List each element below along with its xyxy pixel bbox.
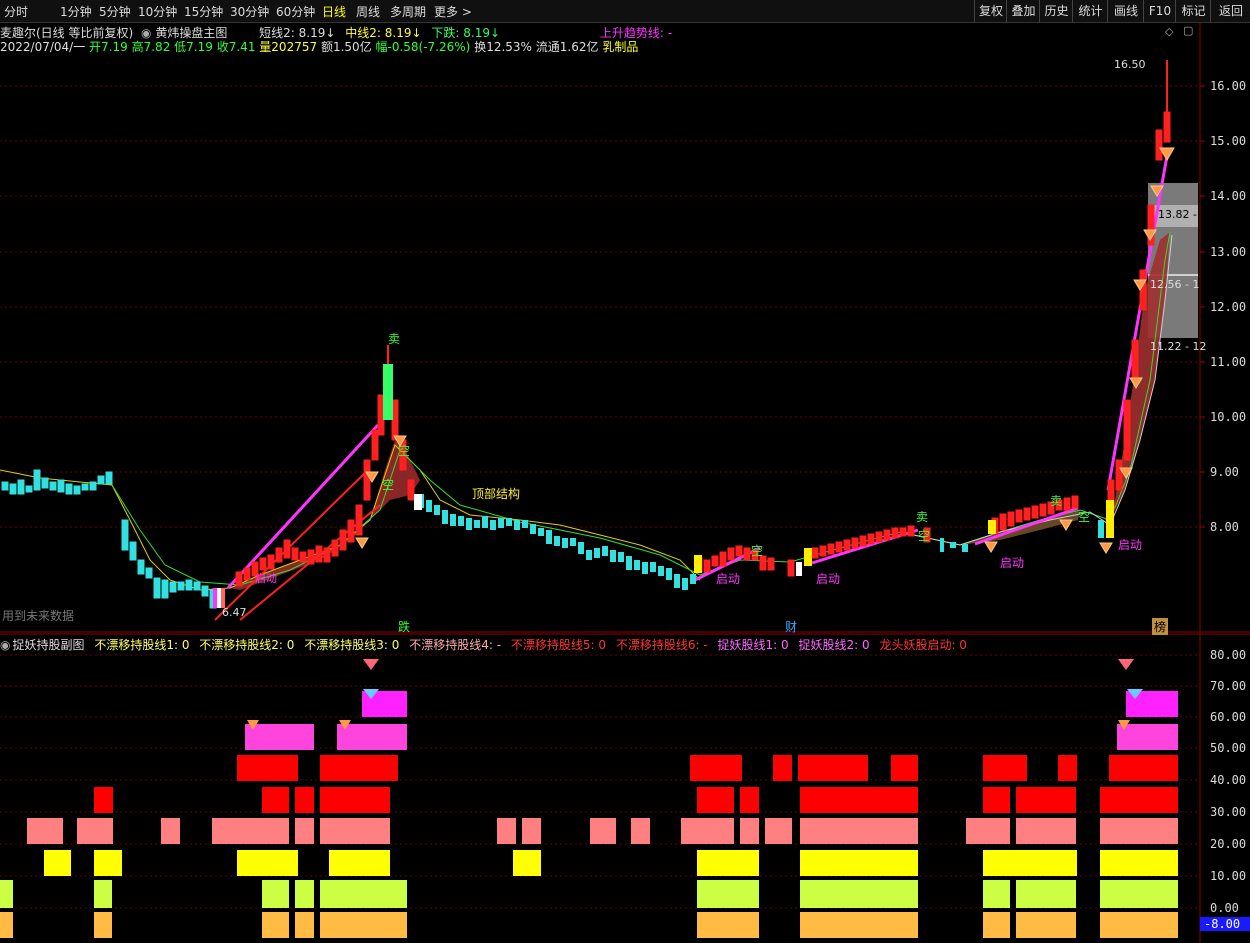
y-tick-14: 14.00 bbox=[1210, 189, 1247, 203]
sub-legend-item-4: 不漂移持股线4: - bbox=[409, 638, 502, 652]
rank-marker[interactable]: 榜 bbox=[1152, 618, 1169, 635]
empty-label-1: 空 bbox=[398, 444, 411, 458]
start-label-5: 启动 bbox=[255, 572, 277, 585]
sub-current-value: -8.00 bbox=[1204, 917, 1241, 931]
y-tick-11: 11.00 bbox=[1210, 355, 1247, 369]
sub-y-tick-80: 80.00 bbox=[1210, 648, 1247, 662]
kline-chart[interactable] bbox=[0, 0, 1250, 943]
y-tick-10: 10.00 bbox=[1210, 410, 1247, 424]
y-ticks bbox=[1200, 85, 1205, 528]
sub-chart-legend: ◉ 捉妖持股副图 不漂移持股线1: 0 不漂移持股线2: 0 不漂移持股线3: 0… bbox=[0, 636, 973, 653]
sub-legend-item-2: 不漂移持股线2: 0 bbox=[199, 638, 295, 652]
price-box-label-3: 11.22 - 12 bbox=[1150, 340, 1207, 353]
main-grid bbox=[0, 85, 1200, 528]
empty-label-3: 空 bbox=[751, 544, 764, 558]
empty-label-2: 空 bbox=[382, 478, 395, 492]
price-box-label-2: 12.56 - 1 bbox=[1150, 278, 1200, 291]
start-label-1: 启动 bbox=[716, 572, 741, 586]
sell-label-2: 卖 bbox=[916, 510, 929, 524]
top-structure-label: 顶部结构 bbox=[472, 487, 521, 501]
y-tick-13: 13.00 bbox=[1210, 245, 1247, 259]
sub-indicator-dropdown-icon[interactable]: ◉ bbox=[0, 638, 10, 652]
start-label-4: 启动 bbox=[1118, 538, 1143, 552]
y-tick-9: 9.00 bbox=[1210, 465, 1239, 479]
price-box-label-1: 13.82 - bbox=[1158, 208, 1197, 221]
sell-label-1: 卖 bbox=[388, 332, 401, 346]
start-label-3: 启动 bbox=[1000, 556, 1025, 570]
sub-y-tick-50: 50.00 bbox=[1210, 741, 1247, 755]
sub-legend-item-5: 不漂移持股线5: 0 bbox=[510, 638, 607, 652]
peak-price-label: 16.50 bbox=[1114, 58, 1146, 71]
sub-y-tick-10: 10.00 bbox=[1210, 869, 1247, 883]
diamond-toggle-icon[interactable]: ◇ bbox=[1165, 25, 1173, 38]
sub-legend-item-1: 不漂移持股线1: 0 bbox=[94, 638, 190, 652]
low-price-label: 6.47 bbox=[222, 606, 247, 619]
sub-chart-bars bbox=[0, 659, 1178, 938]
sub-legend-item-8: 捉妖股线2: 0 bbox=[798, 638, 870, 652]
sub-legend-item-7: 捉妖股线1: 0 bbox=[717, 638, 789, 652]
ma-line-yellow bbox=[0, 444, 701, 591]
candles-down bbox=[1, 469, 217, 609]
sub-y-tick-70: 70.00 bbox=[1210, 679, 1247, 693]
candles-up bbox=[235, 111, 1171, 587]
sub-legend-item-3: 不漂移持股线3: 0 bbox=[304, 638, 400, 652]
y-tick-12: 12.00 bbox=[1210, 300, 1247, 314]
sub-legend-item-6: 不漂移持股线6: - bbox=[615, 638, 708, 652]
sub-y-tick-20: 20.00 bbox=[1210, 837, 1247, 851]
empty-label-5: 空 bbox=[1078, 510, 1091, 524]
future-data-label: 用到未来数据 bbox=[2, 609, 75, 623]
big-green-candle bbox=[383, 364, 393, 420]
sell-label-3: 卖 bbox=[1050, 494, 1063, 508]
sub-y-tick-30: 30.00 bbox=[1210, 805, 1247, 819]
y-tick-15: 15.00 bbox=[1210, 134, 1247, 148]
red-support-1 bbox=[214, 467, 371, 621]
sub-y-tick-0: 0.00 bbox=[1210, 901, 1239, 915]
sub-y-tick-40: 40.00 bbox=[1210, 773, 1247, 787]
y-tick-16: 16.00 bbox=[1210, 79, 1247, 93]
sub-legend-item-9: 龙头妖股启动: 0 bbox=[879, 638, 967, 652]
finance-marker[interactable]: 财 bbox=[785, 618, 797, 635]
sub-y-tick-60: 60.00 bbox=[1210, 710, 1247, 724]
start-label-2: 启动 bbox=[816, 572, 841, 586]
empty-label-4: 空 bbox=[918, 529, 931, 543]
fall-marker: 跌 bbox=[398, 620, 411, 634]
y-tick-8: 8.00 bbox=[1210, 520, 1239, 534]
sub-indicator-name[interactable]: 捉妖持股副图 bbox=[12, 638, 84, 652]
window-toggle-icon[interactable]: ▢ bbox=[1183, 24, 1193, 37]
